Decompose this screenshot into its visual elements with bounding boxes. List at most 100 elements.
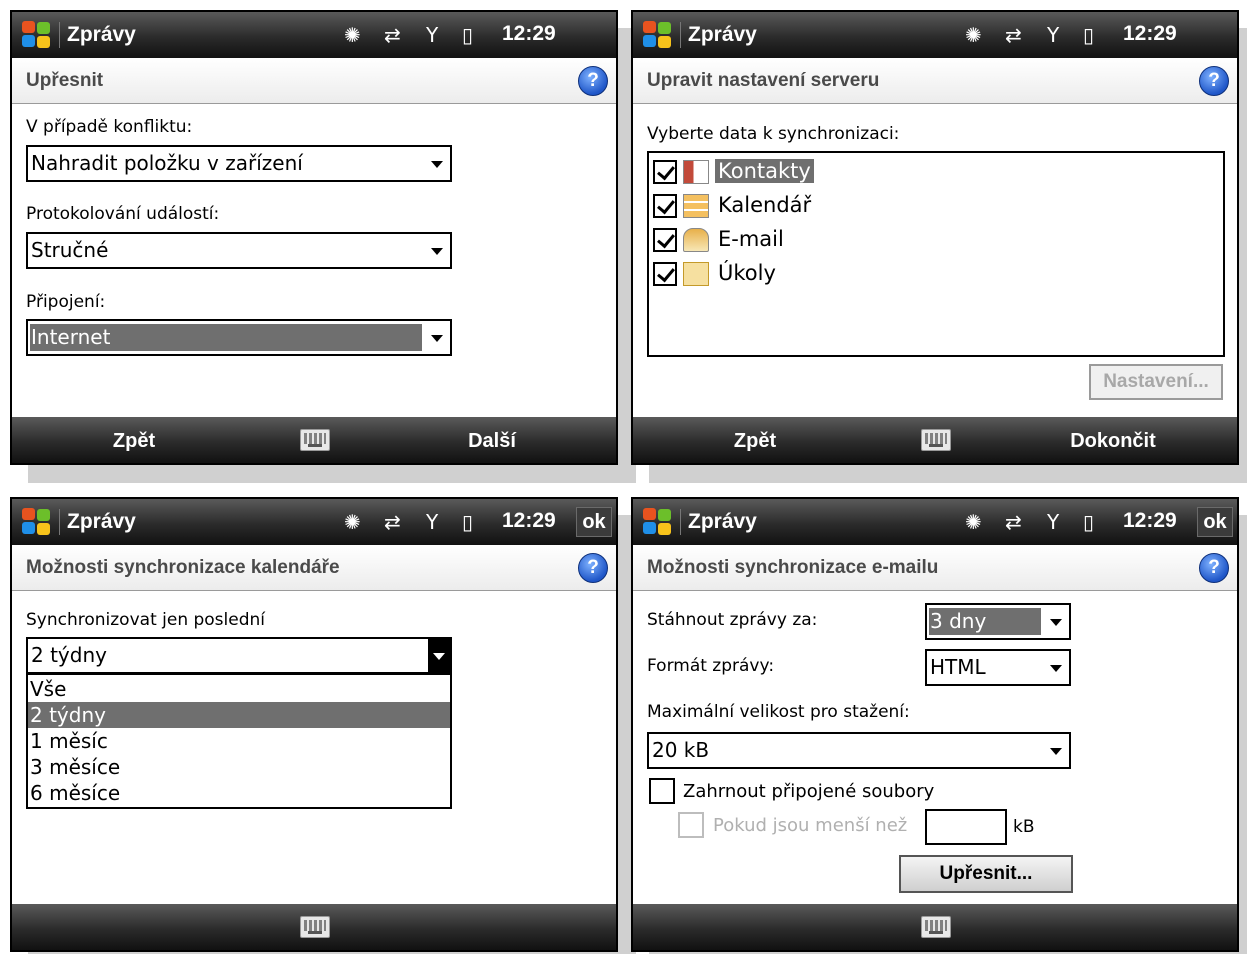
- tasks-checkbox[interactable]: [653, 262, 677, 286]
- connection-select[interactable]: Internet: [26, 319, 452, 356]
- title-bar: Zprávy ✺ ⇄ Y ▯ 12:29 ok: [633, 499, 1237, 545]
- conflict-select-value: Nahradit položku v zařízení: [31, 151, 303, 175]
- email-checkbox[interactable]: [653, 228, 677, 252]
- soft-key-bar: [633, 904, 1237, 950]
- sync-item-email[interactable]: E-mail: [653, 225, 1053, 257]
- connection-label: Připojení:: [26, 292, 106, 312]
- chevron-down-icon: [1050, 748, 1062, 755]
- clock[interactable]: 12:29: [1123, 509, 1177, 533]
- page-title: Upravit nastavení serveru: [647, 70, 880, 91]
- sync-items-list[interactable]: Kontakty Kalendář E-mail Úkoly: [647, 151, 1225, 357]
- vibrate-icon[interactable]: ▯: [462, 508, 473, 536]
- sync-icon[interactable]: ⇄: [1005, 21, 1022, 49]
- notification-icon[interactable]: ✺: [965, 21, 982, 49]
- sync-period-value: 2 týdny: [31, 643, 107, 667]
- contacts-checkbox[interactable]: [653, 160, 677, 184]
- conflict-label: V případě konfliktu:: [26, 117, 193, 137]
- dropdown-option-selected[interactable]: 2 týdny: [28, 702, 450, 728]
- sync-icon[interactable]: ⇄: [384, 21, 401, 49]
- keyboard-icon[interactable]: [921, 916, 951, 938]
- notification-icon[interactable]: ✺: [344, 508, 361, 536]
- vibrate-icon[interactable]: ▯: [462, 21, 473, 49]
- format-label: Formát zprávy:: [647, 656, 775, 676]
- tasks-icon: [683, 262, 709, 286]
- next-softkey[interactable]: Další: [412, 430, 572, 453]
- finish-softkey[interactable]: Dokončit: [1033, 430, 1193, 453]
- device-screen: Zprávy ✺ ⇄ Y ▯ 12:29 Upřesnit ? V případ…: [10, 10, 618, 465]
- vibrate-icon[interactable]: ▯: [1083, 508, 1094, 536]
- app-title: Zprávy: [67, 23, 136, 46]
- signal-icon[interactable]: Y: [1047, 21, 1059, 49]
- sync-item-contacts[interactable]: Kontakty: [653, 157, 1053, 189]
- help-icon[interactable]: ?: [578, 553, 608, 583]
- calendar-checkbox[interactable]: [653, 194, 677, 218]
- soft-key-bar: Zpět Další: [12, 417, 616, 463]
- tasks-label: Úkoly: [718, 261, 776, 285]
- sync-item-tasks[interactable]: Úkoly: [653, 259, 1053, 291]
- advanced-button[interactable]: Upřesnit...: [899, 855, 1073, 893]
- windows-start-icon[interactable]: [643, 508, 673, 536]
- windows-start-icon[interactable]: [643, 21, 673, 49]
- windows-start-icon[interactable]: [22, 508, 52, 536]
- panel-calendar-sync: Zprávy ✺ ⇄ Y ▯ 12:29 ok Možnosti synchro…: [10, 497, 636, 954]
- help-icon[interactable]: ?: [1199, 553, 1229, 583]
- email-icon: [683, 228, 709, 252]
- page-header: Upravit nastavení serveru ?: [633, 58, 1237, 104]
- dropdown-option[interactable]: 3 měsíce: [28, 754, 450, 780]
- sync-icon[interactable]: ⇄: [384, 508, 401, 536]
- signal-icon[interactable]: Y: [426, 21, 438, 49]
- clock[interactable]: 12:29: [1123, 22, 1177, 46]
- back-softkey[interactable]: Zpět: [675, 430, 835, 453]
- sync-period-select[interactable]: 2 týdny: [26, 637, 452, 674]
- dropdown-option[interactable]: 6 měsíce: [28, 780, 450, 806]
- title-bar: Zprávy ✺ ⇄ Y ▯ 12:29 ok: [12, 499, 616, 545]
- app-title: Zprávy: [688, 510, 757, 533]
- chevron-down-icon: [1050, 619, 1062, 626]
- back-softkey[interactable]: Zpět: [54, 430, 214, 453]
- help-icon[interactable]: ?: [1199, 66, 1229, 96]
- sync-item-calendar[interactable]: Kalendář: [653, 191, 1053, 223]
- signal-icon[interactable]: Y: [426, 508, 438, 536]
- logging-select[interactable]: Stručné: [26, 232, 452, 269]
- app-title: Zprávy: [688, 23, 757, 46]
- logging-label: Protokolování událostí:: [26, 204, 220, 224]
- windows-start-icon[interactable]: [22, 21, 52, 49]
- notification-icon[interactable]: ✺: [965, 508, 982, 536]
- sync-icon[interactable]: ⇄: [1005, 508, 1022, 536]
- signal-icon[interactable]: Y: [1047, 508, 1059, 536]
- page-header: Možnosti synchronizace kalendáře ?: [12, 545, 616, 591]
- format-select[interactable]: HTML: [925, 649, 1071, 686]
- sync-period-dropdown[interactable]: Vše 2 týdny 1 měsíc 3 měsíce 6 měsíce: [26, 673, 452, 809]
- settings-button[interactable]: Nastavení...: [1089, 364, 1223, 400]
- keyboard-icon[interactable]: [300, 916, 330, 938]
- chevron-down-icon: [1050, 665, 1062, 672]
- dropdown-option[interactable]: Vše: [28, 676, 450, 702]
- ok-button[interactable]: ok: [1197, 507, 1233, 537]
- dropdown-option[interactable]: 1 měsíc: [28, 728, 450, 754]
- keyboard-icon[interactable]: [921, 429, 951, 451]
- page-title: Možnosti synchronizace kalendáře: [26, 557, 340, 578]
- smaller-than-label: Pokud jsou menší než: [713, 815, 908, 836]
- conflict-select[interactable]: Nahradit položku v zařízení: [26, 145, 452, 182]
- kb-unit-label: kB: [1013, 817, 1035, 837]
- device-screen: Zprávy ✺ ⇄ Y ▯ 12:29 ok Možnosti synchro…: [10, 497, 618, 952]
- size-limit-input[interactable]: [925, 809, 1007, 845]
- clock[interactable]: 12:29: [502, 509, 556, 533]
- help-icon[interactable]: ?: [578, 66, 608, 96]
- download-period-select[interactable]: 3 dny: [925, 603, 1071, 640]
- device-screen: Zprávy ✺ ⇄ Y ▯ 12:29 Upravit nastavení s…: [631, 10, 1239, 465]
- vibrate-icon[interactable]: ▯: [1083, 21, 1094, 49]
- connection-select-value: Internet: [31, 325, 111, 349]
- panel-email-sync: Zprávy ✺ ⇄ Y ▯ 12:29 ok Možnosti synchro…: [631, 497, 1247, 954]
- notification-icon[interactable]: ✺: [344, 21, 361, 49]
- keyboard-icon[interactable]: [300, 429, 330, 451]
- page-header: Upřesnit ?: [12, 58, 616, 104]
- calendar-label: Kalendář: [718, 193, 812, 217]
- smaller-than-checkbox[interactable]: [678, 812, 704, 838]
- max-size-select[interactable]: 20 kB: [647, 732, 1071, 769]
- chevron-down-icon: [431, 161, 443, 168]
- attachments-checkbox[interactable]: [649, 778, 675, 804]
- clock[interactable]: 12:29: [502, 22, 556, 46]
- title-bar: Zprávy ✺ ⇄ Y ▯ 12:29: [633, 12, 1237, 58]
- ok-button[interactable]: ok: [576, 507, 612, 537]
